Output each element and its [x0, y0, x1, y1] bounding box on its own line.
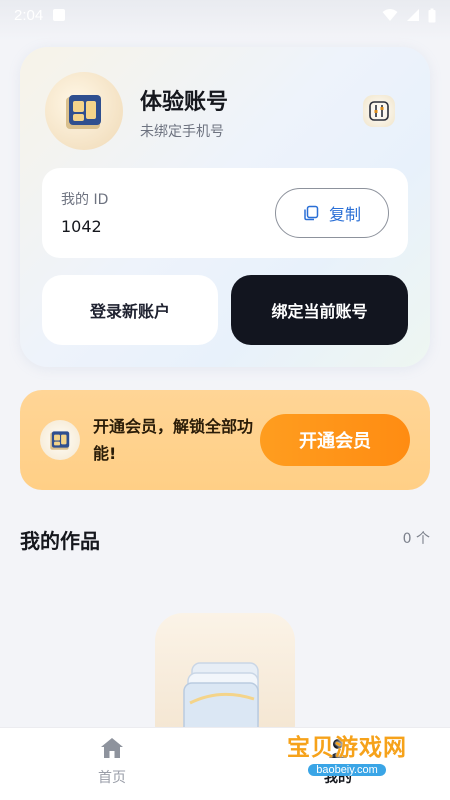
notification-icon — [53, 9, 66, 21]
battery-icon — [428, 8, 436, 22]
copy-icon — [304, 205, 319, 221]
vip-logo — [40, 420, 80, 460]
status-icons — [382, 8, 436, 23]
profile-icon — [329, 739, 347, 758]
login-new-account-button[interactable]: 登录新账户 — [42, 275, 218, 345]
copy-label: 复制 — [328, 205, 361, 224]
profile-name: 体验账号 — [140, 90, 229, 115]
works-section-title: 我的作品 — [20, 529, 100, 553]
bind-account-button[interactable]: 绑定当前账号 — [231, 275, 408, 345]
app-logo-icon — [66, 95, 101, 129]
tab-home-label: 首页 — [98, 770, 126, 786]
copy-id-button[interactable]: 复制 — [275, 188, 389, 238]
tab-mine-label: 我的 — [324, 770, 352, 786]
id-label: 我的 ID — [61, 192, 109, 208]
tab-home[interactable]: 首页 — [72, 737, 152, 792]
home-icon — [101, 738, 123, 758]
status-bar: 2:04 — [0, 0, 450, 30]
open-vip-button[interactable]: 开通会员 — [260, 414, 410, 466]
vip-promo-text: 开通会员，解锁全部功能! — [93, 417, 254, 463]
status-time: 2:04 — [14, 6, 44, 24]
tab-mine[interactable]: 我的 — [298, 737, 378, 792]
sliders-icon — [369, 101, 389, 121]
signal-icon — [407, 9, 419, 21]
id-value: 1042 — [61, 217, 102, 236]
app-logo-icon — [50, 431, 70, 450]
avatar[interactable] — [45, 72, 123, 150]
wifi-icon — [382, 9, 398, 21]
bottom-tab-bar — [0, 727, 450, 800]
phone-binding-status: 未绑定手机号 — [140, 124, 224, 140]
works-count: 0 个 — [402, 531, 430, 547]
settings-button[interactable] — [363, 95, 395, 127]
